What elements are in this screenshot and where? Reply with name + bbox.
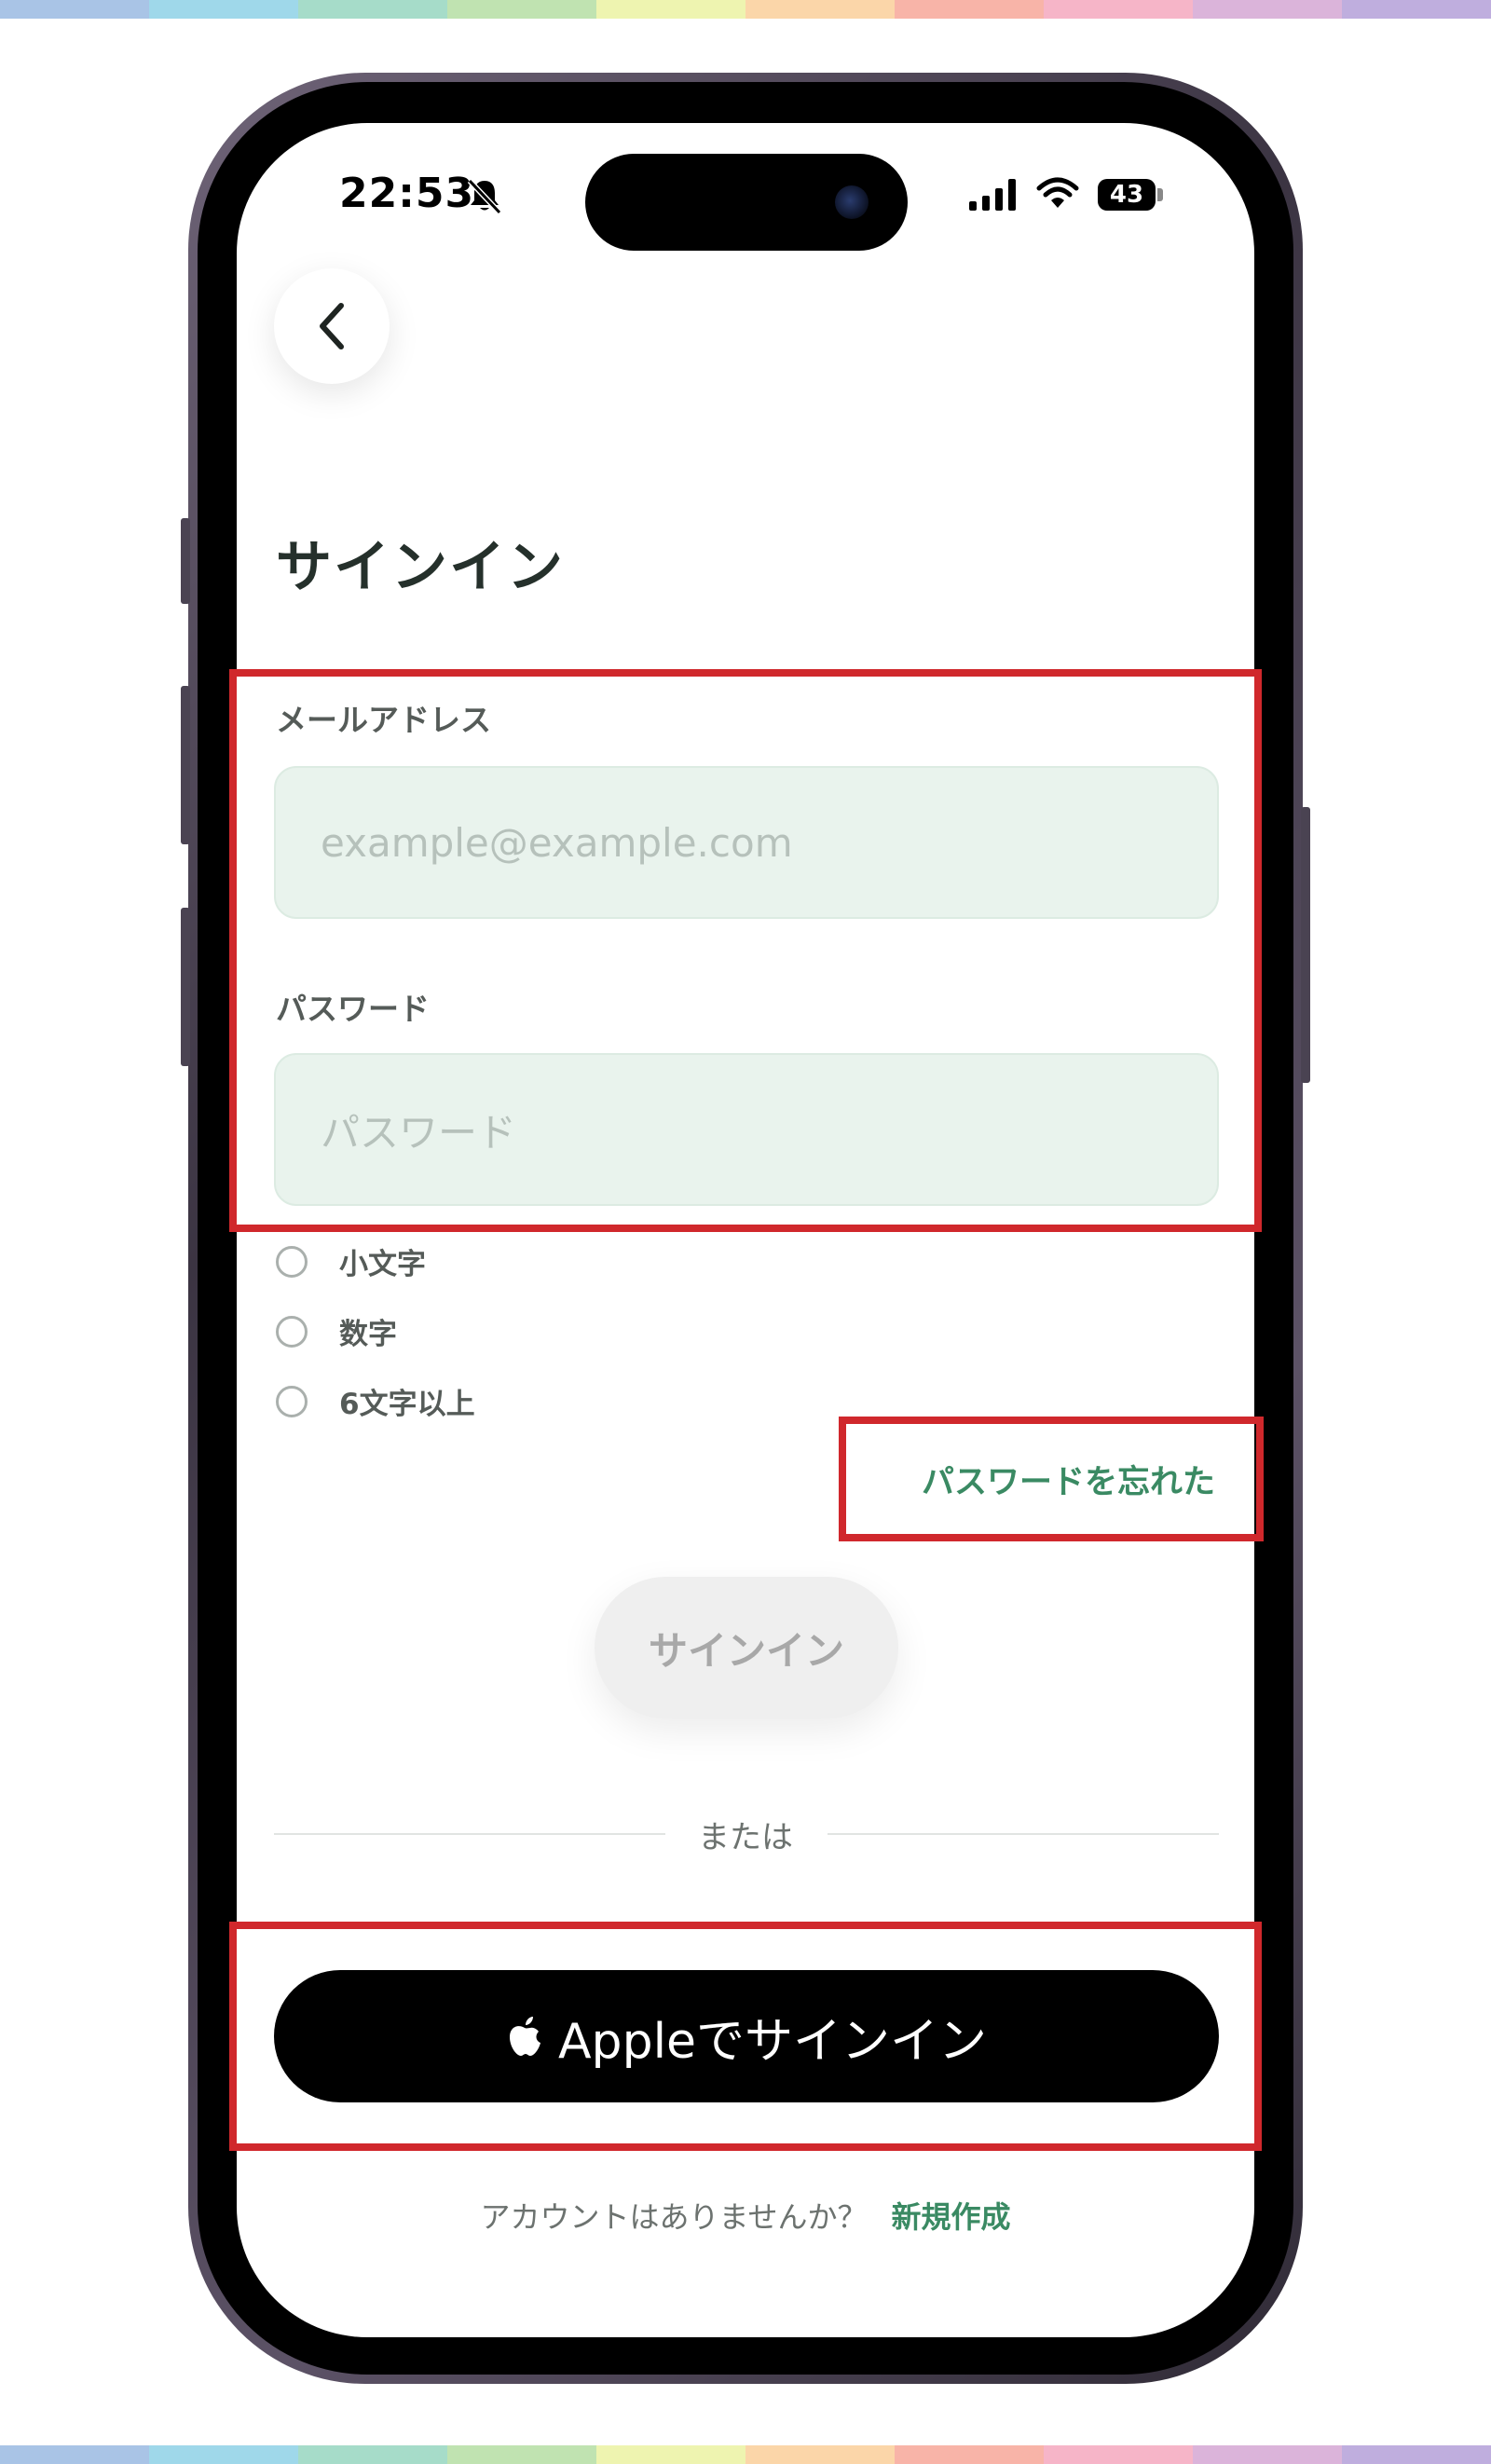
wifi-icon [1036, 177, 1079, 208]
camera-icon [835, 185, 869, 219]
signup-question: アカウントはありませんか？ [480, 2199, 868, 2235]
stripe-segment [298, 2445, 447, 2464]
bell-slash-icon [467, 178, 502, 215]
signup-prompt: アカウントはありませんか？ 新規作成 [237, 2194, 1254, 2237]
circle-icon [276, 1245, 308, 1278]
password-field[interactable]: パスワード [274, 1053, 1219, 1206]
requirement-label: 6文字以上 [339, 1388, 475, 1421]
stripe-segment [895, 0, 1044, 19]
email-field[interactable]: example@example.com [274, 766, 1219, 919]
stripe-segment [1193, 2445, 1342, 2464]
divider-text: または [698, 1819, 793, 1856]
stripe-segment [596, 0, 746, 19]
circle-icon [276, 1315, 308, 1348]
back-button[interactable] [274, 268, 390, 384]
action-button [181, 518, 190, 604]
email-label: メールアドレス [276, 702, 491, 738]
power-button [1301, 807, 1310, 1083]
stripe-segment [0, 0, 149, 19]
requirement-lowercase: 小文字 [276, 1240, 426, 1282]
battery-level: 43 [1109, 181, 1144, 209]
stripe-segment [298, 0, 447, 19]
status-time: 22:53 [339, 170, 475, 217]
stripe-segment [1342, 0, 1491, 19]
volume-up-button [181, 686, 190, 844]
password-placeholder: パスワード [321, 1109, 517, 1156]
stripe-segment [149, 2445, 298, 2464]
stripe-segment [746, 0, 895, 19]
requirement-number: 数字 [276, 1310, 397, 1352]
volume-down-button [181, 908, 190, 1066]
forgot-password-link[interactable]: パスワードを忘れた [922, 1456, 1215, 1503]
apple-signin-button[interactable]: Appleでサインイン [274, 1970, 1219, 2102]
phone-screen: 22:53 43 サインイン メールアドレス example@example.c… [237, 123, 1254, 2337]
stripe-segment [1044, 0, 1193, 19]
dynamic-island [585, 154, 908, 251]
stripe-segment [1193, 0, 1342, 19]
requirement-min-length: 6文字以上 [276, 1380, 475, 1422]
circle-icon [276, 1385, 308, 1417]
battery-tip [1157, 188, 1163, 201]
stripe-segment [447, 2445, 596, 2464]
signal-icon [969, 179, 1016, 211]
apple-signin-label: Appleでサインイン [557, 2013, 988, 2070]
signup-link[interactable]: 新規作成 [892, 2194, 1011, 2237]
stripe-segment [895, 2445, 1044, 2464]
email-placeholder: example@example.com [321, 819, 793, 866]
requirement-label: 数字 [339, 1318, 397, 1351]
stripe-segment [447, 0, 596, 19]
stripe-segment [1342, 2445, 1491, 2464]
page-title: サインイン [276, 535, 565, 600]
rainbow-stripe-top [0, 0, 1491, 19]
chevron-left-icon [320, 303, 344, 349]
rainbow-stripe-bottom [0, 2445, 1491, 2464]
stripe-segment [0, 2445, 149, 2464]
requirement-label: 小文字 [339, 1248, 426, 1281]
apple-logo-icon [509, 2017, 540, 2056]
signin-button[interactable]: サインイン [595, 1577, 898, 1718]
battery-icon: 43 [1098, 179, 1156, 211]
stripe-segment [1044, 2445, 1193, 2464]
stripe-segment [149, 0, 298, 19]
stripe-segment [746, 2445, 895, 2464]
password-label: パスワード [276, 991, 430, 1027]
stripe-segment [596, 2445, 746, 2464]
